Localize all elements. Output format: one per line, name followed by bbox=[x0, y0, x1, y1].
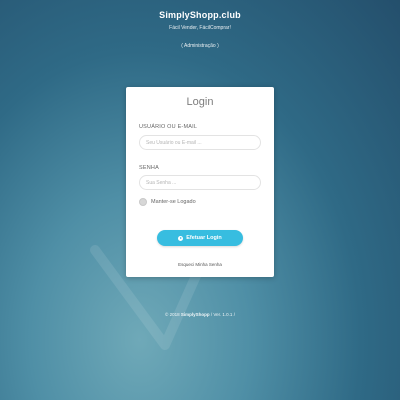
user-input[interactable]: Seu Usuário ou E-mail ... bbox=[139, 135, 261, 150]
user-label: USUÁRIO OU E-MAIL bbox=[139, 124, 198, 130]
footer-brand: SimplyShopp bbox=[180, 312, 210, 317]
play-circle-icon bbox=[178, 235, 184, 241]
footer: © 2018 SimplyShopp / Ver. 1.0.1 / bbox=[0, 312, 400, 317]
footer-version: / Ver. 1.0.1 / bbox=[210, 312, 235, 317]
forgot-password-link[interactable]: Esqueci Minha Senha bbox=[126, 262, 274, 267]
remember-checkbox[interactable] bbox=[139, 198, 147, 206]
forgot-password-label: Esqueci Minha Senha bbox=[178, 262, 222, 267]
login-card: Login USUÁRIO OU E-MAIL Seu Usuário ou E… bbox=[126, 87, 274, 277]
brand-title: SimplyShopp.club bbox=[159, 10, 241, 20]
login-title: Login bbox=[186, 96, 214, 108]
footer-copyright: © 2018 bbox=[165, 312, 180, 317]
remember-label: Manter-se Logado bbox=[151, 199, 196, 205]
tagline: Fácil Vender, FácilComprar! bbox=[169, 25, 231, 31]
password-input[interactable]: Sua Senha ... bbox=[139, 175, 261, 190]
remember-me[interactable]: Manter-se Logado bbox=[139, 198, 196, 206]
login-button[interactable]: Efetuar Login bbox=[157, 230, 243, 246]
header: SimplyShopp.club Fácil Vender, FácilComp… bbox=[0, 10, 400, 49]
password-label: SENHA bbox=[139, 165, 159, 171]
login-button-label: Efetuar Login bbox=[186, 235, 222, 241]
admin-link[interactable]: ( Administração ) bbox=[0, 43, 400, 49]
